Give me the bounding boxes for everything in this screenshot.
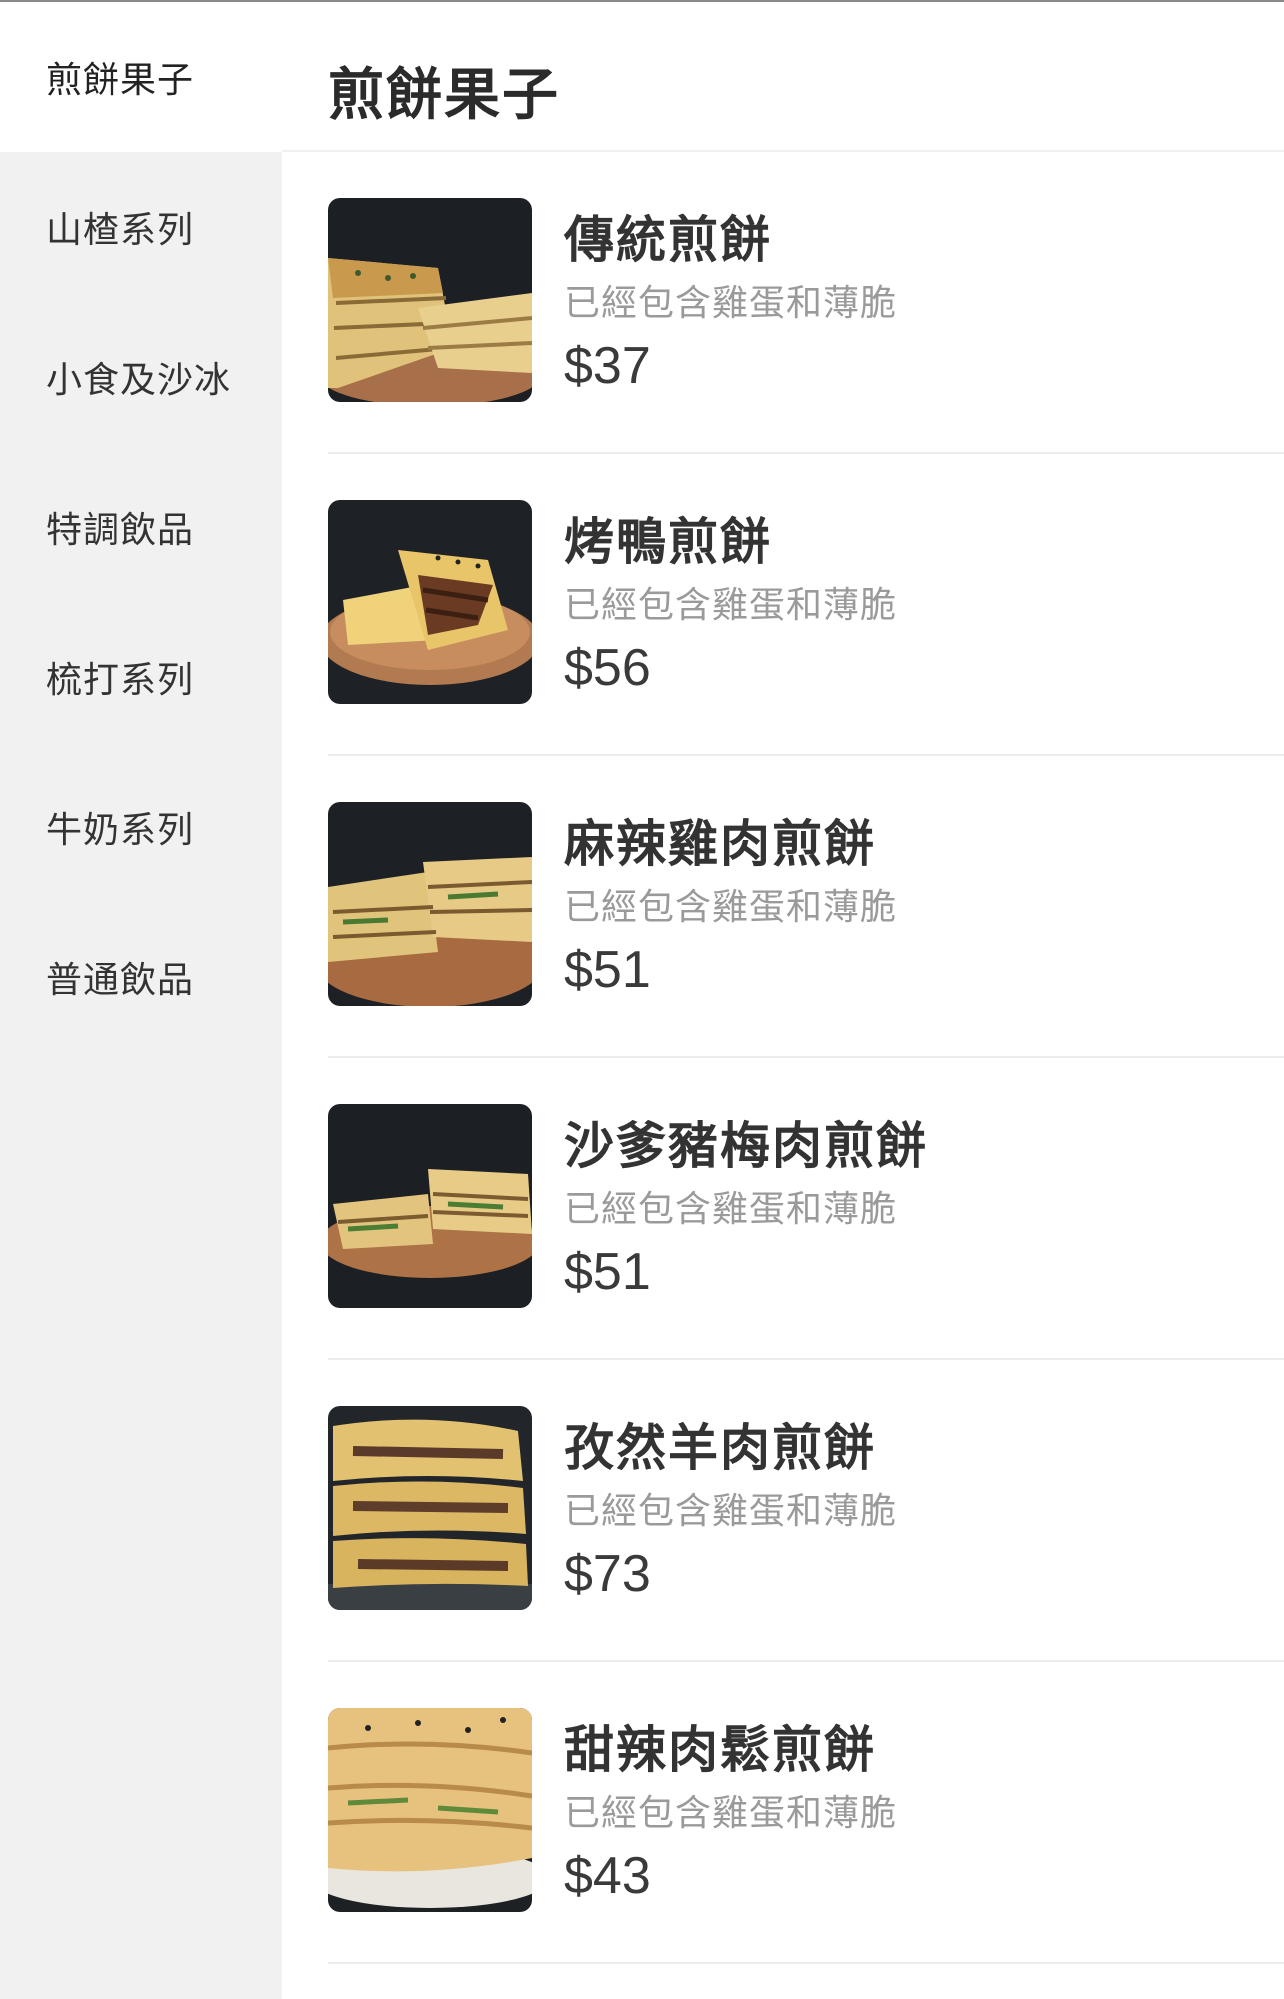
item-price: $37	[564, 337, 651, 395]
sidebar-item-label: 牛奶系列	[46, 810, 195, 851]
item-description: 已經包含雞蛋和薄脆	[564, 1793, 898, 1834]
sidebar-item-drinks[interactable]: 普通飲品	[0, 902, 282, 1052]
food-photo	[328, 802, 532, 1006]
food-photo	[328, 500, 532, 704]
food-photo	[328, 1104, 532, 1308]
sidebar-item-hawthorn[interactable]: 山楂系列	[0, 152, 282, 302]
food-photo	[328, 1708, 532, 1912]
menu-content: 煎餅果子 傳統煎餅 已經包含雞蛋和薄脆 $37 烤鴨煎餅 已經包含雞蛋和薄脆 $…	[282, 2, 1284, 1999]
sidebar-item-soda[interactable]: 梳打系列	[0, 602, 282, 752]
item-name: 麻辣雞肉煎餅	[564, 815, 876, 873]
item-description: 已經包含雞蛋和薄脆	[564, 887, 898, 928]
item-description: 已經包含雞蛋和薄脆	[564, 1491, 898, 1532]
menu-item[interactable]: 沙爹豬梅肉煎餅 已經包含雞蛋和薄脆 $51	[328, 1058, 1284, 1360]
item-price: $56	[564, 639, 651, 697]
item-name: 沙爹豬梅肉煎餅	[564, 1117, 928, 1175]
item-name: 烤鴨煎餅	[564, 513, 772, 571]
sidebar-item-label: 山楂系列	[46, 210, 195, 251]
item-name: 傳統煎餅	[564, 211, 772, 269]
sidebar-item-milk[interactable]: 牛奶系列	[0, 752, 282, 902]
sidebar-item-label: 煎餅果子	[46, 60, 195, 101]
menu-item[interactable]: 麻辣雞肉煎餅 已經包含雞蛋和薄脆 $51	[328, 756, 1284, 1058]
sidebar-item-label: 普通飲品	[46, 960, 195, 1001]
item-price: $43	[564, 1847, 651, 1905]
item-description: 已經包含雞蛋和薄脆	[564, 585, 898, 626]
sidebar-item-special-drinks[interactable]: 特調飲品	[0, 452, 282, 602]
item-name: 甜辣肉鬆煎餅	[564, 1721, 876, 1779]
item-description: 已經包含雞蛋和薄脆	[564, 283, 898, 324]
item-name: 孜然羊肉煎餅	[564, 1419, 876, 1477]
sidebar-item-label: 梳打系列	[46, 660, 195, 701]
section-title: 煎餅果子	[328, 63, 560, 128]
category-sidebar: 煎餅果子 山楂系列 小食及沙冰 特調飲品 梳打系列 牛奶系列 普通飲品	[0, 2, 282, 1999]
menu-item[interactable]: 烤鴨煎餅 已經包含雞蛋和薄脆 $56	[328, 454, 1284, 756]
item-price: $51	[564, 1243, 651, 1301]
sidebar-item-jianbing[interactable]: 煎餅果子	[0, 2, 282, 152]
item-description: 已經包含雞蛋和薄脆	[564, 1189, 898, 1230]
food-photo	[328, 198, 532, 402]
item-price: $73	[564, 1545, 651, 1603]
menu-item[interactable]: 傳統煎餅 已經包含雞蛋和薄脆 $37	[328, 152, 1284, 454]
menu-item[interactable]: 孜然羊肉煎餅 已經包含雞蛋和薄脆 $73	[328, 1360, 1284, 1662]
item-price: $51	[564, 941, 651, 999]
sidebar-item-snacks[interactable]: 小食及沙冰	[0, 302, 282, 452]
sidebar-item-label: 特調飲品	[46, 510, 195, 551]
sidebar-item-label: 小食及沙冰	[46, 360, 232, 401]
menu-item[interactable]: 甜辣肉鬆煎餅 已經包含雞蛋和薄脆 $43	[328, 1662, 1284, 1964]
food-photo	[328, 1406, 532, 1610]
